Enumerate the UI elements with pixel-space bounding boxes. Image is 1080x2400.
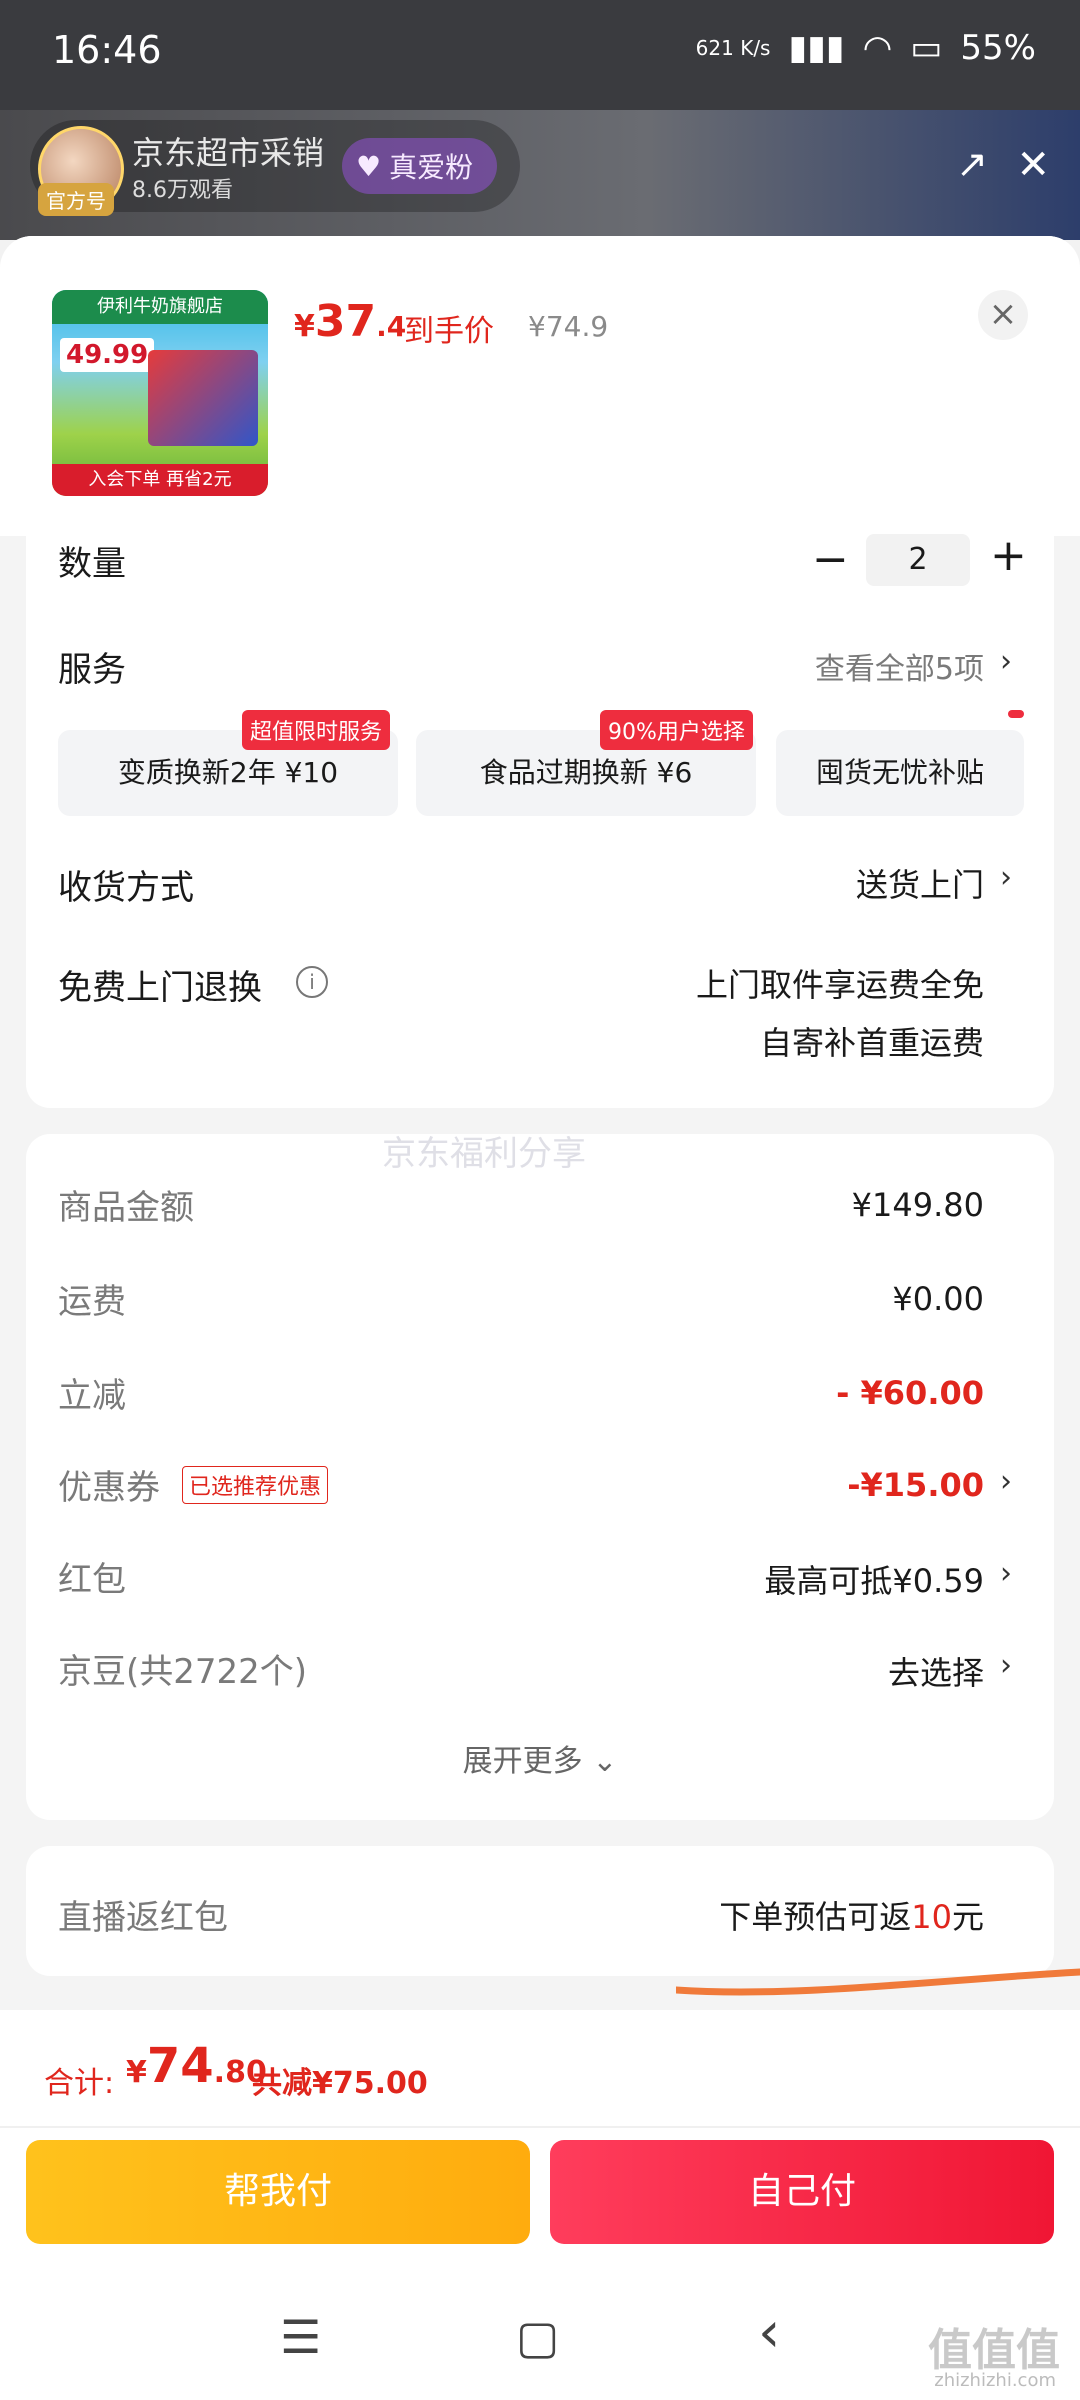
service-tag: 90%用户选择 [600,710,753,750]
divider [0,2126,1080,2128]
thumb-price: 49.99 [60,338,155,372]
site-watermark: 值值值 [928,2325,1060,2376]
returns-label: 免费上门退换 [58,968,262,1008]
expand-more-button[interactable]: 展开更多 ⌄ [0,1736,1080,1780]
service-option[interactable]: 囤货无忧补贴 [776,730,1024,816]
deal-price-dec: .4 [376,310,407,343]
total-label: 合计: [44,2066,115,2101]
back-icon[interactable]: ‹ [758,2300,780,2365]
battery-level: 55% [960,28,1036,68]
signal-icon: ▮▮▮ [788,28,845,68]
live-rebate-suffix: 元 [951,1898,984,1936]
goods-amount-label: 商品金额 [58,1188,194,1228]
jingdou-value[interactable]: 去选择 [888,1648,984,1694]
battery-icon: ▭ [910,28,943,68]
official-badge: 官方号 [38,183,114,216]
live-store-name: 京东超市采销 [132,134,325,172]
info-icon[interactable]: i [296,966,328,998]
delivery-value[interactable]: 送货上门 [856,860,984,906]
heart-icon: ♥ [356,149,382,183]
coupon-value[interactable]: -¥15.00 [847,1466,984,1504]
coupon-tag: 已选推荐优惠 [182,1466,329,1504]
network-speed: 621 K/s [695,36,771,60]
currency-symbol: ¥ [126,2055,147,2090]
service-tag: 超值限时服务 [242,710,391,750]
site-url: zhizhizhi.com [934,2370,1056,2391]
shipping-value: ¥0.00 [892,1280,984,1318]
home-icon[interactable]: ▢ [516,2310,559,2364]
returns-line1: 上门取件享运费全免 [695,966,984,1004]
chevron-right-icon[interactable]: › [1000,860,1012,895]
coupon-label: 优惠券 [58,1468,160,1508]
quantity-input[interactable]: 2 [866,534,970,586]
self-pay-button[interactable]: 自己付 [550,2140,1054,2244]
service-view-all[interactable]: 查看全部5项 [815,644,984,688]
live-rebate-label: 直播返红包 [58,1898,228,1938]
wifi-icon: ◠ [862,28,893,68]
status-bar: 16:46 621 K/s ▮▮▮ ◠ ▭ 55% [0,0,1080,110]
share-icon[interactable]: ↗ [956,142,988,186]
status-time: 16:46 [52,28,162,72]
red-packet-label: 红包 [58,1560,126,1600]
chevron-right-icon[interactable]: › [1000,1648,1012,1683]
original-price: ¥74.9 [528,310,609,343]
close-button[interactable]: × [978,290,1028,340]
highlight-stroke [676,1968,1080,1996]
shipping-label: 运费 [58,1282,126,1322]
deal-price-int: 37 [314,296,377,347]
deal-price-label: 到手价 [404,314,494,349]
returns-line2: 自寄补首重运费 [759,1024,984,1062]
currency-symbol: ¥ [294,309,315,344]
product-image[interactable]: 伊利牛奶旗舰店 49.99 入会下单 再省2元 [52,290,268,496]
service-tag [1008,710,1024,718]
watermark-text: 京东福利分享 [382,1134,586,1174]
total-price-int: 74 [146,2038,214,2094]
instant-discount-label: 立减 [58,1376,126,1416]
delivery-label: 收货方式 [58,868,194,908]
goods-amount-value: ¥149.80 [851,1186,984,1224]
live-rebate-amount: 10 [911,1898,952,1936]
live-rebate-value: 下单预估可返10元 [719,1892,984,1938]
quantity-minus-button[interactable]: − [812,534,849,585]
live-close-icon[interactable]: ✕ [1016,142,1050,188]
instant-discount-value: - ¥60.00 [836,1374,984,1412]
milk-box-image [148,350,258,446]
fan-badge-label: 真爱粉 [389,151,474,184]
thumb-footer: 入会下单 再省2元 [52,464,268,496]
jingdou-label: 京豆(共2722个) [58,1652,308,1692]
viewer-count: 8.6万观看 [132,178,233,203]
thumb-banner: 伊利牛奶旗舰店 [52,290,268,324]
chevron-right-icon[interactable]: › [1000,1556,1012,1591]
live-rebate-prefix: 下单预估可返 [719,1898,912,1936]
quantity-label: 数量 [58,544,126,584]
status-indicators: 621 K/s ▮▮▮ ◠ ▭ 55% [696,28,1036,68]
service-label: 服务 [58,650,126,690]
fan-badge-button[interactable]: ♥ 真爱粉 [342,138,498,194]
help-pay-button[interactable]: 帮我付 [26,2140,530,2244]
total-discount: 共减¥75.00 [252,2066,428,2101]
red-packet-value[interactable]: 最高可抵¥0.59 [764,1556,984,1602]
quantity-plus-button[interactable]: + [990,530,1027,581]
deal-price: ¥37.4 [294,296,406,347]
total-price: ¥74.80 [126,2038,267,2094]
menu-icon[interactable]: ☰ [280,2310,321,2364]
chevron-right-icon[interactable]: › [1000,1464,1012,1499]
chevron-right-icon[interactable]: › [1000,644,1012,679]
